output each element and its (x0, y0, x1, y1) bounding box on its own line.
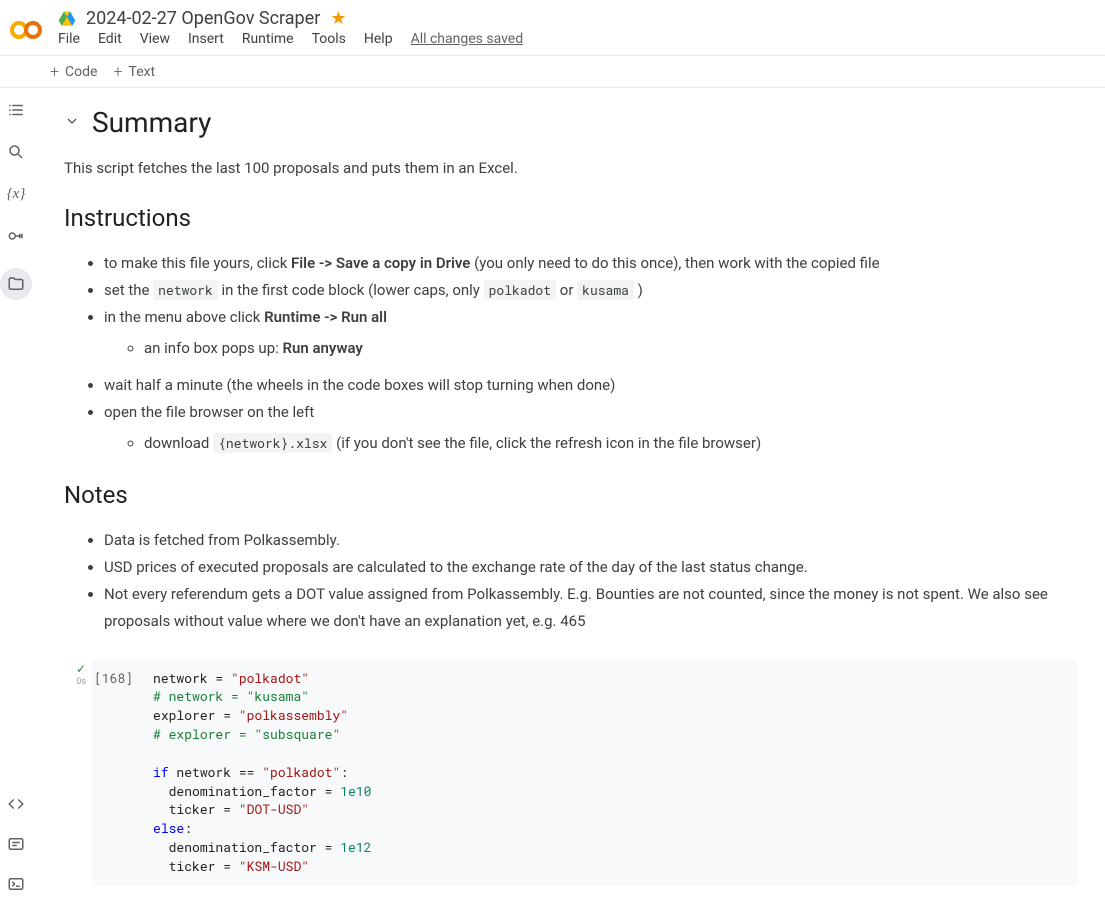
list-item: wait half a minute (the wheels in the co… (104, 372, 1077, 399)
menu-view[interactable]: View (140, 31, 170, 47)
document-title[interactable]: 2024-02-27 OpenGov Scraper (86, 8, 320, 29)
menu-tools[interactable]: Tools (312, 31, 346, 47)
add-code-button[interactable]: +Code (50, 62, 97, 81)
notebook-content: Summary This script fetches the last 100… (32, 88, 1105, 906)
search-icon[interactable] (6, 142, 26, 162)
check-icon: ✓ (76, 662, 86, 676)
terminal-icon[interactable] (6, 874, 26, 894)
save-status[interactable]: All changes saved (411, 31, 524, 47)
colab-logo[interactable] (8, 12, 44, 48)
notes-heading: Notes (64, 481, 1077, 509)
notes-list: Data is fetched from Polkassembly. USD p… (104, 527, 1077, 635)
instructions-list: to make this file yours, click File -> S… (104, 250, 1077, 457)
drive-icon (58, 10, 76, 28)
list-item: USD prices of executed proposals are cal… (104, 554, 1077, 581)
menu-insert[interactable]: Insert (188, 31, 224, 47)
files-icon[interactable] (0, 268, 32, 300)
command-palette-icon[interactable] (6, 834, 26, 854)
toolbar: +Code +Text (0, 56, 1105, 88)
code-snippets-icon[interactable] (6, 794, 26, 814)
summary-heading: Summary (92, 106, 211, 139)
cell-gutter: ✓ 0s (32, 659, 92, 886)
variables-icon[interactable]: {x} (6, 184, 26, 204)
header: 2024-02-27 OpenGov Scraper ★ File Edit V… (0, 0, 1105, 56)
plus-icon: + (113, 62, 122, 81)
secrets-icon[interactable] (6, 226, 26, 246)
list-item: download {network}.xlsx (if you don't se… (144, 430, 1077, 457)
menu-bar: File Edit View Insert Runtime Tools Help… (58, 31, 1089, 55)
list-item: Not every referendum gets a DOT value as… (104, 581, 1077, 635)
code-editor[interactable]: network = "polkadot" # network = "kusama… (139, 659, 1077, 886)
list-item: Data is fetched from Polkassembly. (104, 527, 1077, 554)
plus-icon: + (50, 62, 59, 81)
add-text-button[interactable]: +Text (113, 62, 155, 81)
left-sidebar: {x} (0, 88, 32, 906)
list-item: to make this file yours, click File -> S… (104, 250, 1077, 277)
menu-help[interactable]: Help (364, 31, 393, 47)
list-item: set the network in the first code block … (104, 277, 1077, 304)
list-item: in the menu above click Runtime -> Run a… (104, 304, 1077, 362)
chevron-down-icon[interactable] (64, 113, 80, 133)
list-item: open the file browser on the left downlo… (104, 399, 1077, 457)
list-item: an info box pops up: Run anyway (144, 335, 1077, 362)
menu-file[interactable]: File (58, 31, 80, 47)
exec-count: [168] (92, 659, 139, 886)
toc-icon[interactable] (6, 100, 26, 120)
menu-edit[interactable]: Edit (98, 31, 122, 47)
code-cell[interactable]: ✓ 0s [168] network = "polkadot" # networ… (32, 659, 1077, 886)
instructions-heading: Instructions (64, 204, 1077, 232)
exec-time: 0s (76, 677, 86, 687)
menu-runtime[interactable]: Runtime (242, 31, 294, 47)
star-icon[interactable]: ★ (330, 8, 346, 29)
summary-text: This script fetches the last 100 proposa… (64, 157, 1077, 180)
